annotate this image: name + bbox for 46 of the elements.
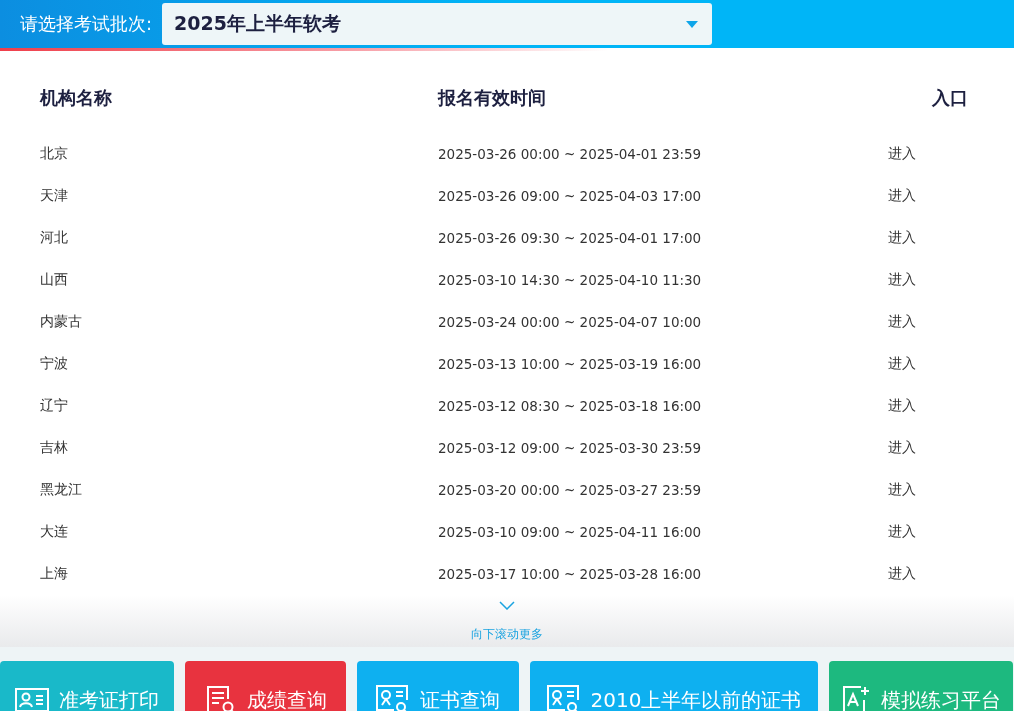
scroll-hint: 向下滚动更多 <box>471 626 543 643</box>
registration-period: 2025-03-26 09:00 ~ 2025-04-03 17:00 <box>438 188 703 204</box>
institution-name: 宁波 <box>40 355 69 373</box>
edit-document-icon <box>841 684 871 711</box>
registration-period: 2025-03-10 14:30 ~ 2025-04-10 11:30 <box>438 272 703 288</box>
registration-period: 2025-03-17 10:00 ~ 2025-03-28 16:00 <box>438 566 703 582</box>
enter-link[interactable]: 进入 <box>868 397 1014 415</box>
certificate-search-icon <box>376 685 410 711</box>
enter-link[interactable]: 进入 <box>868 145 1014 163</box>
enter-link[interactable]: 进入 <box>868 229 1014 247</box>
certificate-search-icon <box>546 685 581 711</box>
enter-link[interactable]: 进入 <box>868 565 1014 583</box>
enter-link[interactable]: 进入 <box>868 481 1014 499</box>
institution-name: 天津 <box>40 187 69 205</box>
batch-select[interactable]: 2025年上半年软考 <box>162 3 713 45</box>
registration-period: 2025-03-12 08:30 ~ 2025-03-18 16:00 <box>438 398 703 414</box>
institution-name: 内蒙古 <box>40 313 83 331</box>
registration-period: 2025-03-13 10:00 ~ 2025-03-19 16:00 <box>438 356 703 372</box>
institution-name: 河北 <box>40 229 69 247</box>
action-button[interactable]: 成绩查询 <box>185 661 346 711</box>
registration-period: 2025-03-24 00:00 ~ 2025-04-07 10:00 <box>438 314 703 330</box>
institution-name: 北京 <box>40 145 69 163</box>
id-card-icon <box>15 688 49 711</box>
registration-period: 2025-03-12 09:00 ~ 2025-03-30 23:59 <box>438 440 703 456</box>
institution-name: 黑龙江 <box>40 481 83 499</box>
enter-link[interactable]: 进入 <box>868 355 1014 373</box>
enter-link[interactable]: 进入 <box>868 271 1014 289</box>
registration-period: 2025-03-26 09:30 ~ 2025-04-01 17:00 <box>438 230 703 246</box>
institution-name: 吉林 <box>40 439 69 457</box>
column-header: 报名有效时间 <box>438 86 547 110</box>
enter-link[interactable]: 进入 <box>868 187 1014 205</box>
enter-link[interactable]: 进入 <box>868 523 1014 541</box>
enter-link[interactable]: 进入 <box>868 313 1014 331</box>
institution-name: 上海 <box>40 565 69 583</box>
registration-period: 2025-03-26 00:00 ~ 2025-04-01 23:59 <box>438 146 703 162</box>
registration-period: 2025-03-20 00:00 ~ 2025-03-27 23:59 <box>438 482 703 498</box>
column-header: 入口 <box>931 86 969 110</box>
column-header: 机构名称 <box>40 86 113 110</box>
caret-down-icon <box>686 20 699 28</box>
institution-name: 大连 <box>40 523 69 541</box>
enter-link[interactable]: 进入 <box>868 439 1014 457</box>
registration-period: 2025-03-10 09:00 ~ 2025-04-11 16:00 <box>438 524 703 540</box>
institution-name: 山西 <box>40 271 69 289</box>
batch-label: 请选择考试批次: <box>20 12 153 36</box>
chevron-down-icon <box>499 601 515 610</box>
institution-name: 辽宁 <box>40 397 69 415</box>
